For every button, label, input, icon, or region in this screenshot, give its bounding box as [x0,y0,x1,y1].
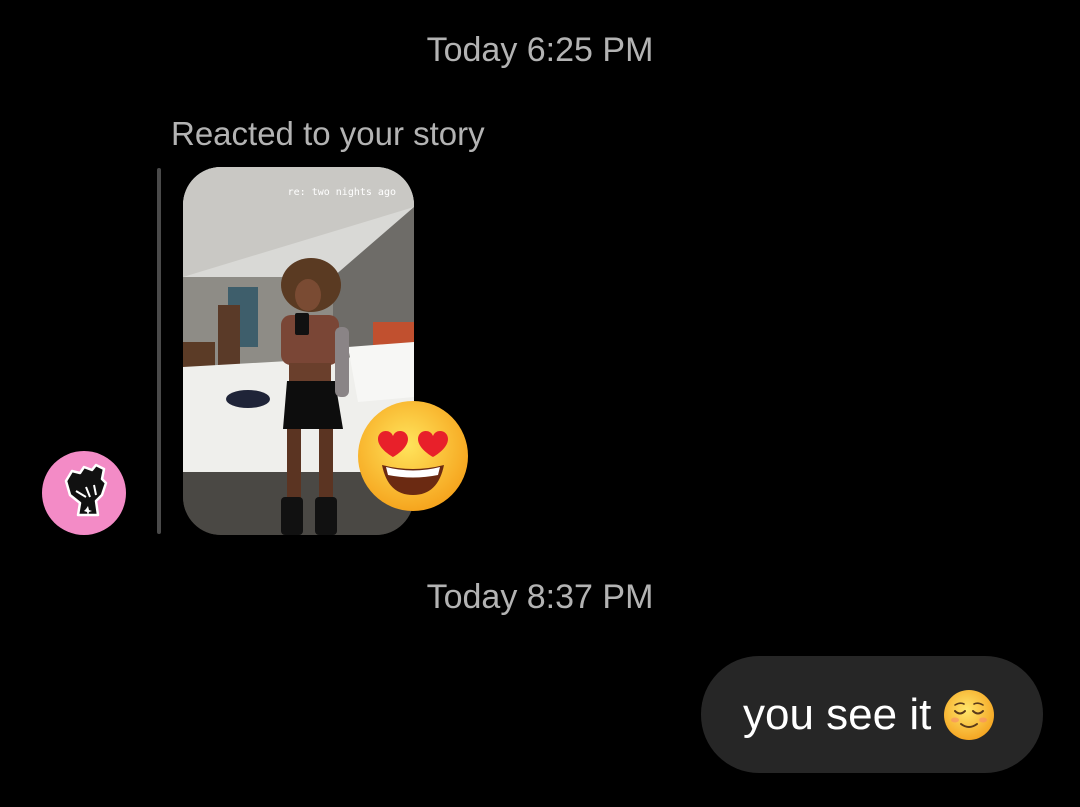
timestamp: Today 6:25 PM [426,31,654,69]
outgoing-message-bubble[interactable]: you see it [701,656,1043,773]
heart-eyes-emoji-icon [356,399,470,513]
sender-avatar[interactable] [42,451,126,535]
relieved-face-emoji-icon [943,689,995,741]
raised-fist-icon [64,463,108,517]
chat-thread: Today 6:25 PM Reacted to your story re: … [0,0,1080,807]
story-caption: re: two nights ago [287,187,396,198]
reacted-to-story-label: Reacted to your story [171,115,485,152]
message-text: you see it [743,689,932,739]
timestamp: Today 8:37 PM [426,578,654,616]
quote-bar [157,168,161,534]
